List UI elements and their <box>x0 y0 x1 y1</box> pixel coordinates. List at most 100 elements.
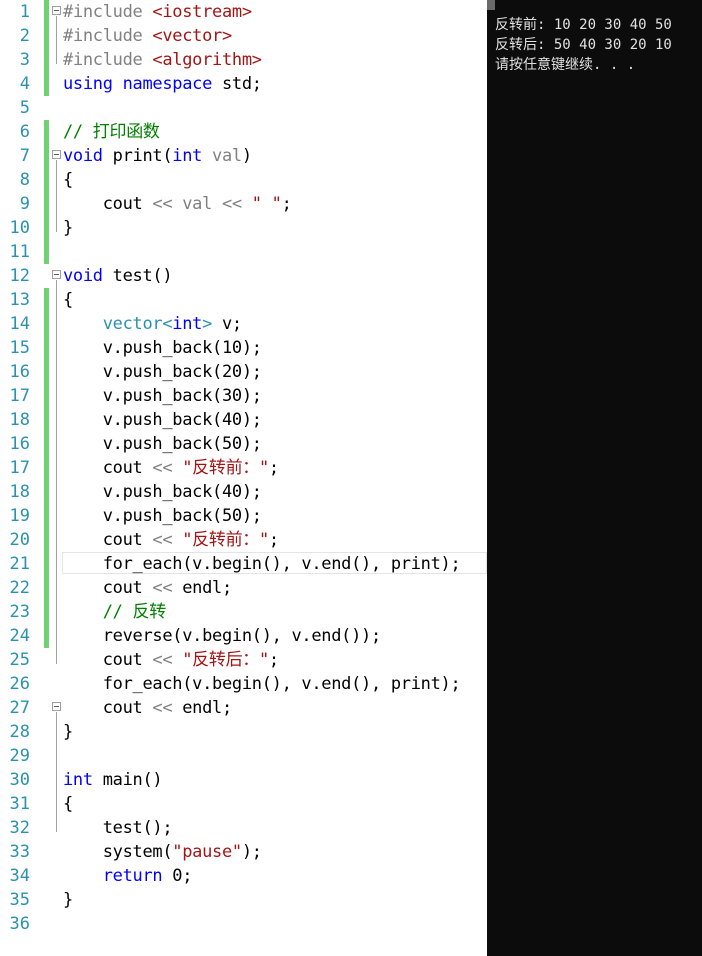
code-text: for_each(v.begin(), v.end(), print); <box>63 672 461 696</box>
change-indicator <box>44 72 49 96</box>
code-line[interactable]: 3 #include <algorithm> <box>0 48 487 72</box>
line-number: 36 <box>9 914 30 934</box>
code-line[interactable]: 19 v.push_back(50); <box>0 504 487 528</box>
code-token: ); <box>241 842 262 862</box>
line-number: 27 <box>9 698 30 718</box>
code-text: int main() <box>63 768 163 792</box>
fold-toggle-icon[interactable] <box>52 270 61 279</box>
code-token: <vector> <box>152 26 232 46</box>
code-line[interactable]: 32 test(); <box>0 816 487 840</box>
line-number: 30 <box>9 770 30 790</box>
code-line[interactable]: 33 system("pause"); <box>0 840 487 864</box>
code-line[interactable]: 4 using namespace std; <box>0 72 487 96</box>
change-indicator <box>44 624 49 648</box>
code-line[interactable]: 34 return 0; <box>0 864 487 888</box>
fold-guide <box>56 16 57 64</box>
code-token: void <box>63 146 103 166</box>
change-indicator <box>44 120 49 144</box>
code-line[interactable]: 12 void test() <box>0 264 487 288</box>
code-line[interactable]: 17 cout << "反转前："; <box>0 456 487 480</box>
code-token: reverse(v.begin(), v.end()); <box>63 626 381 646</box>
code-text: #include <vector> <box>63 24 232 48</box>
fold-toggle-icon[interactable] <box>52 702 61 711</box>
code-token: << <box>221 194 242 214</box>
console-window[interactable]: 反转前: 10 20 30 40 50 反转后: 50 40 30 20 10 … <box>487 0 702 956</box>
code-token: v.push_back(10); <box>63 338 262 358</box>
code-line[interactable]: 1 #include <iostream> <box>0 0 487 24</box>
code-text: // 反转 <box>63 600 167 624</box>
code-line[interactable]: 27 cout << endl; <box>0 696 487 720</box>
code-line[interactable]: 24 reverse(v.begin(), v.end()); <box>0 624 487 648</box>
code-line[interactable]: 13 { <box>0 288 487 312</box>
code-line[interactable]: 8{ <box>0 168 487 192</box>
code-text: v.push_back(50); <box>63 504 262 528</box>
code-line[interactable]: 21 for_each(v.begin(), v.end(), print); <box>0 552 487 576</box>
code-line[interactable]: 2 #include <vector> <box>0 24 487 48</box>
line-number: 16 <box>9 362 30 382</box>
change-indicator <box>44 408 49 432</box>
code-editor[interactable]: 1 #include <iostream> 2 #include <vector> 3 #… <box>0 0 487 956</box>
code-token: val <box>182 194 213 214</box>
code-line[interactable]: 9 cout << val << " "; <box>0 192 487 216</box>
code-text: } <box>63 888 73 912</box>
code-line[interactable]: 29 <box>0 744 487 768</box>
code-line[interactable]: 16 v.push_back(20); <box>0 360 487 384</box>
code-line[interactable]: 25 cout << "反转后："; <box>0 648 487 672</box>
code-token: v.push_back(40); <box>63 482 262 502</box>
code-line[interactable]: 31 { <box>0 792 487 816</box>
code-line[interactable]: 23 // 反转 <box>0 600 487 624</box>
code-line[interactable]: 28} <box>0 720 487 744</box>
code-token: void <box>63 266 103 286</box>
code-line[interactable]: 7 void print(int val) <box>0 144 487 168</box>
code-token: print( <box>102 146 173 166</box>
code-token: cout <box>63 698 153 718</box>
line-number: 21 <box>9 554 30 574</box>
change-indicator <box>44 600 49 624</box>
fold-toggle-icon[interactable] <box>52 6 61 15</box>
code-line[interactable]: 35} <box>0 888 487 912</box>
code-token: endl; <box>172 698 232 718</box>
code-token: ) <box>241 146 252 166</box>
code-token: ; <box>281 194 292 214</box>
code-line[interactable]: 22 cout << endl; <box>0 576 487 600</box>
code-line[interactable]: 18 v.push_back(40); <box>0 408 487 432</box>
code-line[interactable]: 30 int main() <box>0 768 487 792</box>
code-line[interactable]: 5 <box>0 96 487 120</box>
code-line[interactable]: 10} <box>0 216 487 240</box>
code-text: cout << endl; <box>63 576 232 600</box>
code-text: cout << val << " "; <box>63 192 292 216</box>
line-number: 9 <box>19 194 30 214</box>
code-line[interactable]: 6 // 打印函数 <box>0 120 487 144</box>
console-line: 反转前: 10 20 30 40 50 <box>495 17 672 33</box>
code-token: vector <box>102 314 163 334</box>
line-number: 33 <box>9 842 30 862</box>
line-number: 34 <box>9 866 30 886</box>
code-line[interactable]: 15 v.push_back(10); <box>0 336 487 360</box>
line-number: 24 <box>9 626 30 646</box>
code-token: << <box>152 458 173 478</box>
code-token: ; <box>268 530 279 550</box>
code-line[interactable]: 16 v.push_back(50); <box>0 432 487 456</box>
code-token: v.push_back(50); <box>63 506 262 526</box>
code-line[interactable]: 26 for_each(v.begin(), v.end(), print); <box>0 672 487 696</box>
code-line[interactable]: 36 <box>0 912 487 936</box>
code-token: using <box>63 74 113 94</box>
change-indicator <box>44 456 49 480</box>
code-token: test(); <box>63 818 173 838</box>
code-line[interactable]: 11 <box>0 240 487 264</box>
code-line[interactable]: 20 cout << "反转前："; <box>0 528 487 552</box>
code-text: // 打印函数 <box>63 120 160 144</box>
fold-toggle-icon[interactable] <box>52 150 61 159</box>
code-line[interactable]: 17 v.push_back(30); <box>0 384 487 408</box>
fold-guide <box>56 712 57 832</box>
line-number: 1 <box>19 2 30 22</box>
console-line: 反转后: 50 40 30 20 10 <box>495 37 672 53</box>
code-line[interactable]: 14 vector<int> v; <box>0 312 487 336</box>
code-line[interactable]: 18 v.push_back(40); <box>0 480 487 504</box>
console-line: 请按任意键继续. . . <box>495 57 636 73</box>
code-token: int <box>172 146 203 166</box>
